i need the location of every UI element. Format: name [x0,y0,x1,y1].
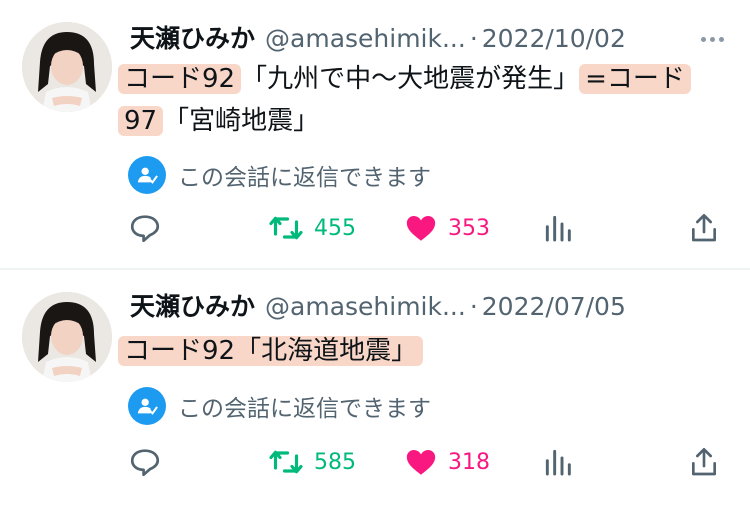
display-name[interactable]: 天瀬ひみか [130,24,255,53]
reply-permission-notice: この会話に返信できます [128,155,431,195]
reply-button[interactable] [128,442,162,482]
retweet-button[interactable]: 455 [268,208,356,248]
user-handle[interactable]: @amasehimik... [265,24,466,53]
retweet-button[interactable]: 585 [268,442,356,482]
tweet-text: コード92「北海道地震」 [118,330,738,372]
share-button[interactable] [688,442,720,482]
like-button[interactable]: 318 [404,442,490,482]
like-heart-icon [406,449,436,475]
tweet-header: 天瀬ひみか @amasehimik... · 2022/10/02 [130,22,730,56]
tweet-date[interactable]: 2022/10/02 [482,24,626,53]
retweet-count: 455 [314,215,356,241]
retweet-icon [269,216,303,240]
views-button[interactable] [542,208,574,248]
separator-dot: · [469,292,478,321]
like-button[interactable]: 353 [404,208,490,248]
tweet[interactable]: 天瀬ひみか @amasehimik... · 2022/07/05 コード92「北海道… [0,270,750,518]
user-handle[interactable]: @amasehimik... [265,292,466,321]
share-icon [692,448,716,476]
reply-icon [130,215,160,243]
tweet-text: コード92 「九州で中〜大地震が発生」 =コード 97 「宮崎地震」 [118,58,738,142]
reply-icon [130,449,160,477]
reply-button[interactable] [128,208,162,248]
retweet-count: 585 [314,449,356,475]
separator-dot: · [469,24,478,53]
highlighted-text: 97 [118,106,164,136]
reply-permission-notice: この会話に返信できます [128,386,431,426]
views-bar-icon [545,449,571,476]
reply-permission-text: この会話に返信できます [178,396,431,422]
highlighted-text: =コード [579,64,691,94]
action-bar: 455 353 [128,208,728,248]
tweet[interactable]: 天瀬ひみか @amasehimik... · 2022/10/02 コード92 「九州で… [0,0,750,268]
action-bar: 585 318 [128,442,728,482]
tweet-text-segment: 「宮崎地震」 [163,106,320,136]
highlighted-text: コード92「北海道地震」 [118,336,424,366]
retweet-icon [269,450,303,474]
avatar[interactable] [22,292,112,382]
reply-permission-icon [128,156,166,194]
share-icon [692,214,716,242]
share-button[interactable] [688,208,720,248]
like-heart-icon [406,215,436,241]
views-button[interactable] [542,442,574,482]
tweet-date[interactable]: 2022/07/05 [482,292,626,321]
reply-permission-icon [128,387,166,425]
tweet-text-segment: 「九州で中〜大地震が発生」 [241,64,580,94]
tweet-header: 天瀬ひみか @amasehimik... · 2022/07/05 [130,290,730,324]
reply-permission-text: この会話に返信できます [178,165,431,191]
highlighted-text: コード92 [118,64,242,94]
display-name[interactable]: 天瀬ひみか [130,292,255,321]
avatar[interactable] [22,22,112,112]
like-count: 353 [448,215,490,241]
like-count: 318 [448,449,490,475]
views-bar-icon [545,215,571,242]
more-dots-icon[interactable] [694,22,730,56]
